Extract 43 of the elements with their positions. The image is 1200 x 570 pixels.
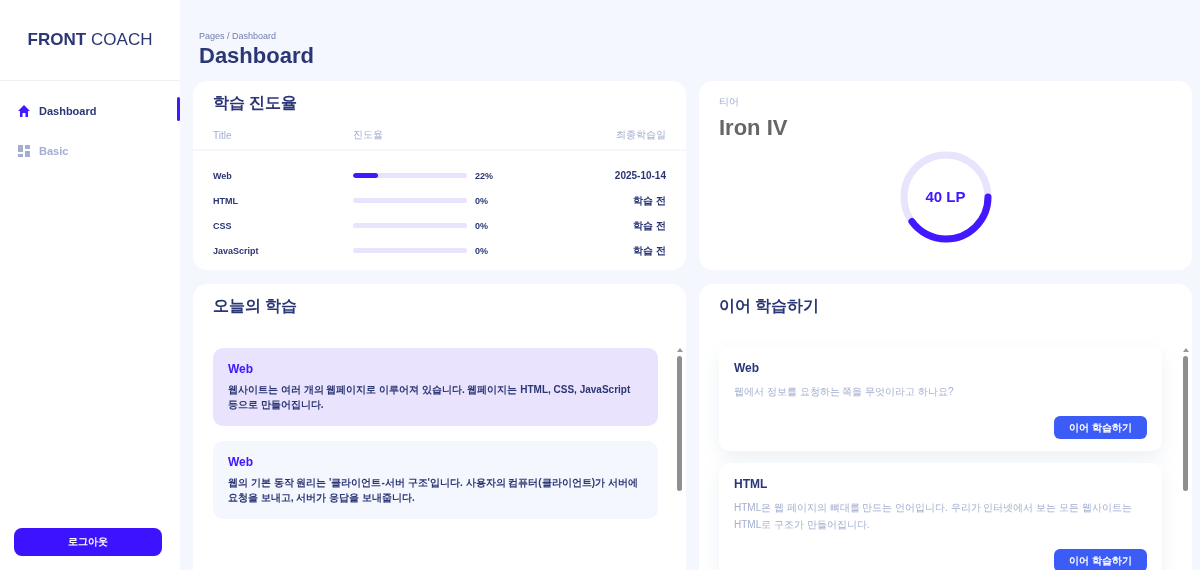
table-cell: CSS (213, 220, 232, 231)
percent-text: 0% (475, 195, 488, 206)
lesson-card[interactable]: Web 웹사이트는 여러 개의 웹페이지로 이루어져 있습니다. 웹페이지는 HTML, CSS, JavaScript 등으로 만들어집니다. (213, 348, 658, 426)
sidebar-item[interactable]: Dashboard (0, 99, 180, 123)
scrollbar[interactable] (1183, 348, 1188, 491)
column-header: Title (193, 128, 353, 150)
tier-name: Iron IV (719, 115, 789, 141)
table-cell: 학습 전 (633, 219, 666, 231)
page-title: Dashboard (199, 43, 315, 69)
quiz-topic: Web (734, 361, 761, 375)
quiz-text: 웹에서 정보를 요청하는 쪽을 무엇이라고 하나요? (734, 385, 955, 399)
card-title: 이어 학습하기 (718, 296, 821, 316)
home-icon (17, 104, 31, 118)
scrollbar[interactable] (677, 348, 682, 491)
breadcrumb: Pages / Dashboard (199, 31, 278, 41)
card-title: 학습 진도율 (212, 93, 299, 113)
table-cell: 2025-10-14 (614, 170, 666, 181)
column-header: 진도율 (353, 128, 574, 150)
card-title: 오늘의 학습 (212, 296, 299, 316)
table-cell: JavaScript (213, 245, 259, 256)
percent-text: 22% (475, 170, 493, 181)
lesson-topic: Web (228, 362, 255, 376)
logout-button[interactable]: 로그아웃 (14, 528, 162, 556)
lesson-text: 웹의 기본 동작 원리는 '클라이언트-서버 구조'입니다. 사용자의 컴퓨터(클라이언트)가 서버에 요청을 보내고, 서버가 응답을 보내줍니다. (228, 476, 639, 505)
column-header: 최종학습일 (573, 128, 686, 150)
lesson-text: 웹사이트는 여러 개의 웹페이지로 이루어져 있습니다. 웹페이지는 HTML, CSS, JavaScript 등으로 만들어집니다. (228, 383, 632, 412)
percent-text: 0% (475, 245, 488, 256)
table-cell: HTML (213, 195, 238, 206)
continue-button[interactable]: 이어 학습하기 (1054, 549, 1147, 570)
tier-label: 티어 (719, 95, 740, 109)
continue-button[interactable]: 이어 학습하기 (1054, 416, 1147, 439)
grid-icon (17, 144, 31, 158)
table-cell: 학습 전 (633, 194, 666, 206)
lesson-topic: Web (228, 455, 255, 469)
quiz-topic: HTML (734, 477, 769, 491)
logo-text-light: COACH (91, 30, 153, 50)
lesson-card[interactable]: Web 웹의 기본 동작 원리는 '클라이언트-서버 구조'입니다. 사용자의 컴퓨터(클라이언트)가 서버에 요청을 보내고, 서버가 응답을 보내줍니다. (213, 441, 658, 519)
table-cell: Web (213, 170, 232, 181)
percent-text: 0% (475, 220, 488, 231)
quiz-text: HTML은 웹 페이지의 뼈대를 만드는 언어입니다. 우리가 인터넷에서 보는 모든 웹사이트는 HTML로 구조가 만들어집니다. (734, 501, 1133, 532)
logo-text-bold: FRONT (27, 30, 87, 50)
table-cell: 학습 전 (633, 244, 666, 256)
points-text: 40 LP (924, 188, 967, 205)
